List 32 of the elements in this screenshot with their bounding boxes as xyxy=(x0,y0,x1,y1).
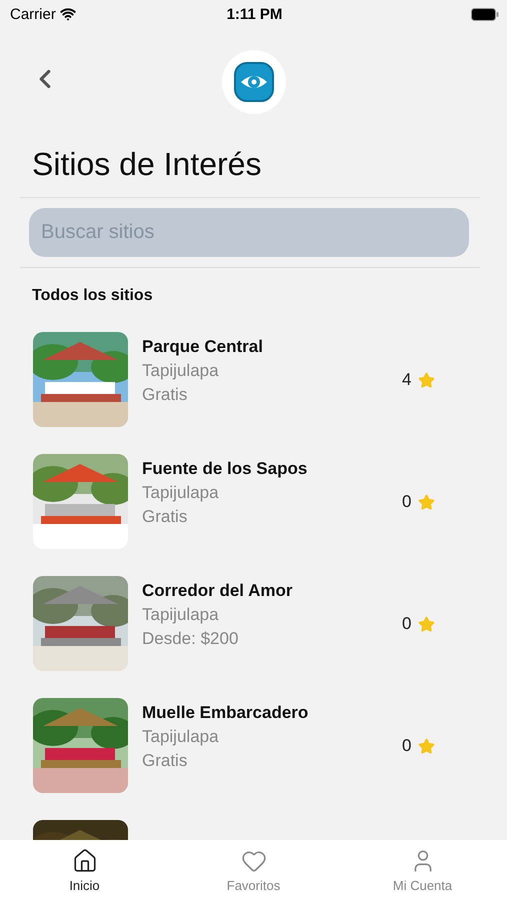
star-icon xyxy=(418,494,436,510)
site-town: Tapijulapa xyxy=(142,361,220,381)
rating-value: 4 xyxy=(402,370,412,390)
eye-logo-icon xyxy=(232,61,274,103)
site-town: Tapijulapa xyxy=(142,727,220,747)
search-field[interactable]: Buscar sitios xyxy=(29,208,469,257)
page-title: Sitios de Interés xyxy=(32,146,262,183)
star-icon xyxy=(418,616,436,632)
carrier-label: Carrier xyxy=(10,6,56,22)
site-price: Desde: $200 xyxy=(142,629,240,649)
wifi-icon xyxy=(60,6,76,22)
site-name[interactable]: Corredor del Amor xyxy=(142,581,402,601)
tab-item[interactable]: Favoritos xyxy=(169,840,338,900)
site-price: Gratis xyxy=(142,751,188,771)
tab-item[interactable]: Mi Cuenta xyxy=(338,840,507,900)
site-town: Tapijulapa xyxy=(142,483,220,503)
site-name[interactable]: Muelle Embarcadero xyxy=(142,703,402,723)
section-heading: Todos los sitios xyxy=(32,287,154,305)
rating-value: 0 xyxy=(402,736,412,756)
home-icon xyxy=(72,848,98,874)
site-name[interactable]: Fuente de los Sapos xyxy=(142,459,402,479)
status-time: 1:11 PM xyxy=(226,6,284,22)
star-icon xyxy=(418,738,436,754)
battery-icon xyxy=(471,8,499,20)
site-town: Tapijulapa xyxy=(142,605,220,625)
site-price: Gratis xyxy=(142,385,188,405)
star-icon xyxy=(418,372,436,388)
site-price: Gratis xyxy=(142,507,188,527)
tab-item[interactable]: Inicio xyxy=(0,840,169,900)
site-name[interactable]: Parque Central xyxy=(142,337,402,357)
rating-value: 0 xyxy=(402,492,412,512)
rating-value: 0 xyxy=(402,614,412,634)
